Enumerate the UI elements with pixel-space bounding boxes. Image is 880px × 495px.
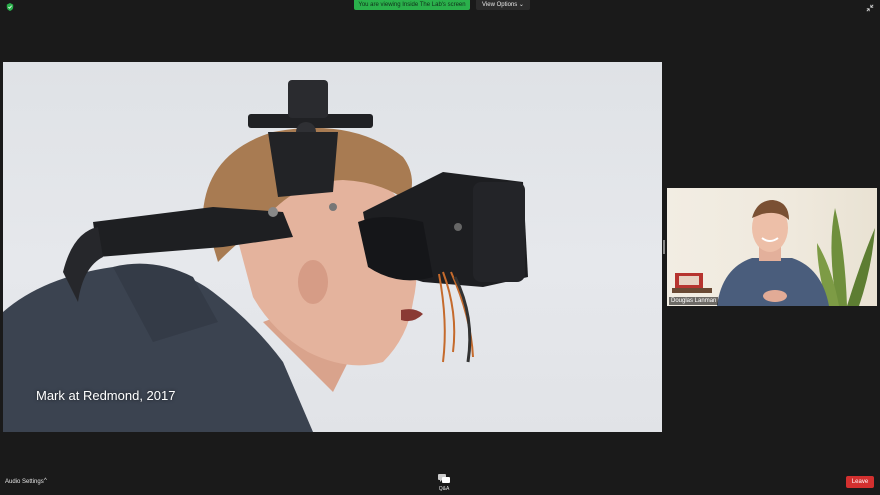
top-bar: You are viewing Inside The Lab's screen … (0, 0, 880, 12)
chevron-up-icon[interactable]: ^ (44, 478, 47, 484)
chevron-down-icon: ⌄ (518, 2, 524, 8)
shield-icon[interactable] (6, 3, 14, 11)
qa-label: Q&A (438, 486, 450, 492)
slide-caption: Mark at Redmond, 2017 (36, 388, 176, 403)
participant-video (672, 200, 875, 306)
shared-screen: Mark at Redmond, 2017 (3, 62, 662, 432)
viewing-banner: You are viewing Inside The Lab's screen (354, 0, 470, 10)
exit-fullscreen-icon[interactable] (866, 4, 874, 12)
shared-photo (3, 80, 528, 432)
qa-icon (438, 474, 450, 483)
view-options-button[interactable]: View Options ⌄ (476, 0, 530, 10)
bottom-toolbar: Audio Settings ^ Q&A Leave (0, 470, 880, 495)
participant-video-tile[interactable]: Douglas Lanman (667, 188, 877, 306)
audio-settings-button[interactable]: Audio Settings (5, 479, 44, 485)
panel-resize-handle[interactable] (663, 240, 665, 254)
participant-name: Douglas Lanman (669, 297, 719, 305)
qa-button[interactable]: Q&A (436, 474, 452, 492)
leave-button[interactable]: Leave (846, 476, 874, 488)
view-options-label: View Options (482, 2, 518, 8)
